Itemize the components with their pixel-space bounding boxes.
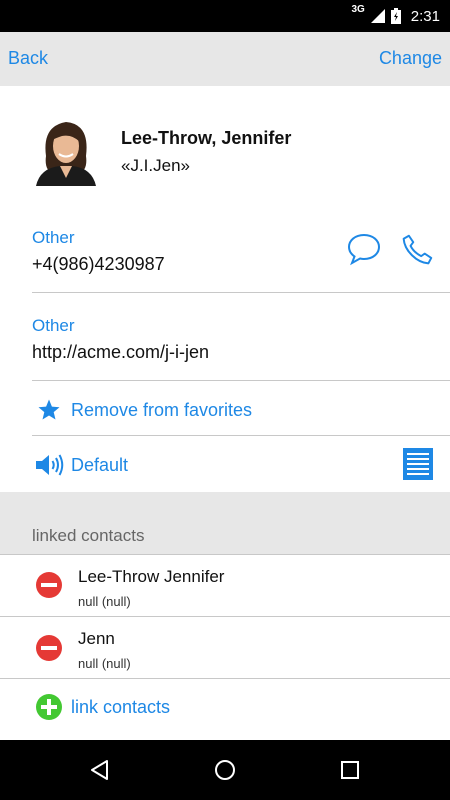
divider: [0, 616, 450, 617]
battery-icon: [390, 8, 401, 24]
phone-number[interactable]: +4(986)4230987: [32, 254, 165, 275]
divider: [32, 380, 450, 381]
divider: [32, 292, 450, 293]
back-nav-icon[interactable]: [88, 758, 112, 782]
clock: 2:31: [410, 7, 440, 25]
linked-contact-name[interactable]: Lee-Throw Jennifer: [78, 567, 224, 587]
linked-contacts-title: linked contacts: [32, 526, 145, 545]
toolbar: Back Change: [0, 32, 450, 86]
network-type: 3G: [351, 3, 365, 15]
change-button[interactable]: Change: [379, 48, 442, 69]
linked-contact-name[interactable]: Jenn: [78, 629, 115, 649]
remove-icon[interactable]: [35, 634, 63, 662]
status-bar: 3G 2:31: [0, 0, 450, 32]
linked-contact-sub: null (null): [78, 656, 131, 671]
avatar: [32, 116, 100, 186]
remove-icon[interactable]: [35, 571, 63, 599]
phone-icon[interactable]: [398, 232, 436, 268]
linked-contacts-header: linked contacts: [0, 492, 450, 554]
message-icon[interactable]: [346, 232, 382, 266]
signal-icon: [370, 9, 385, 23]
contact-name: Lee-Throw, Jennifer: [121, 128, 292, 148]
recents-nav-icon[interactable]: [338, 758, 362, 782]
url-label: Other: [32, 316, 75, 335]
ringtone-button[interactable]: Default: [71, 455, 128, 476]
remove-favorites-button[interactable]: Remove from favorites: [71, 400, 252, 421]
divider: [32, 435, 450, 436]
link-contacts-button[interactable]: link contacts: [71, 697, 170, 718]
linked-contact-sub: null (null): [78, 594, 131, 609]
contact-nickname: «J.I.Jen»: [121, 156, 190, 175]
url-value[interactable]: http://acme.com/j-i-jen: [32, 342, 209, 363]
navigation-bar: [0, 740, 450, 800]
speaker-icon[interactable]: [34, 452, 64, 478]
divider: [0, 678, 450, 679]
list-icon[interactable]: [403, 448, 433, 480]
star-icon[interactable]: [36, 398, 62, 422]
home-nav-icon[interactable]: [213, 758, 237, 782]
add-icon[interactable]: [35, 693, 63, 721]
back-button[interactable]: Back: [8, 48, 48, 69]
phone-label: Other: [32, 228, 75, 247]
divider: [0, 554, 450, 555]
